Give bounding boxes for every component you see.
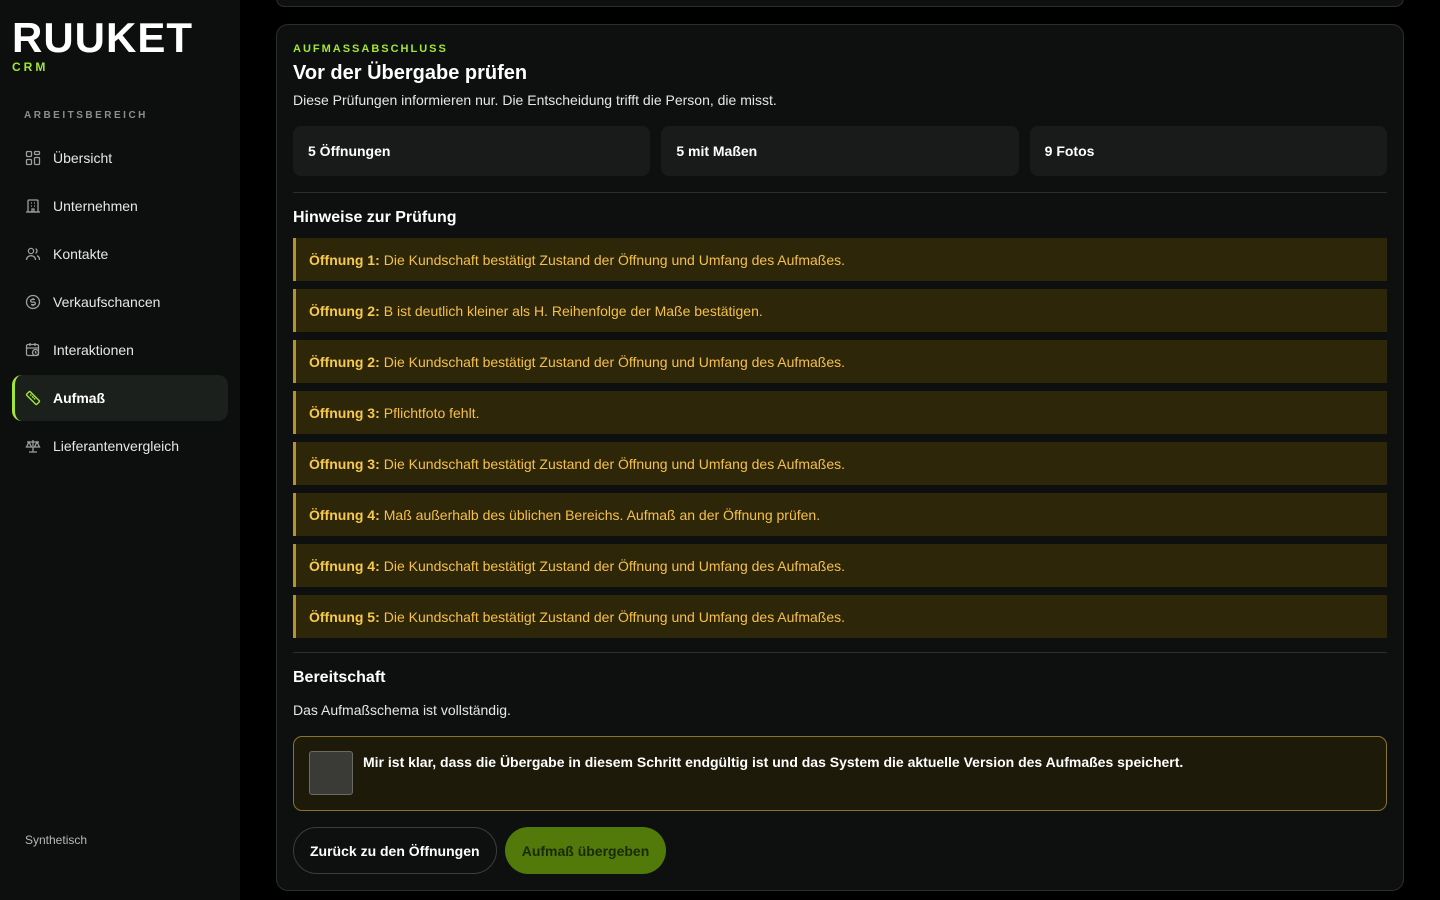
hint-text: Die Kundschaft bestätigt Zustand der Öff… bbox=[383, 455, 845, 472]
hint-item: Öffnung 3: Die Kundschaft bestätigt Zusta… bbox=[293, 442, 1387, 485]
hint-item: Öffnung 5: Die Kundschaft bestätigt Zusta… bbox=[293, 595, 1387, 638]
hint-label: Öffnung 3: bbox=[309, 404, 380, 421]
stat-openings: 5 Öffnungen bbox=[293, 126, 651, 176]
confirm-checkbox[interactable] bbox=[309, 751, 353, 795]
confirm-text: Mir ist klar, dass die Übergabe in diese… bbox=[363, 754, 1184, 770]
sidebar: RUUKET CRM ARBEITSBEREICH Übersicht Unte… bbox=[0, 0, 240, 900]
sidebar-item-aufmass[interactable]: Aufmaß bbox=[12, 375, 228, 421]
hint-text: Die Kundschaft bestätigt Zustand der Öff… bbox=[383, 251, 845, 268]
confirm-box: Mir ist klar, dass die Übergabe in diese… bbox=[293, 736, 1387, 811]
dollar-circle-icon bbox=[24, 294, 41, 311]
card-eyebrow: AUFMASSABSCHLUSS bbox=[293, 43, 448, 55]
sidebar-item-lieferantenvergleich[interactable]: Lieferantenvergleich bbox=[12, 423, 228, 469]
sidebar-item-label: Unternehmen bbox=[53, 198, 138, 214]
hint-text: B ist deutlich kleiner als H. Reihenfolg… bbox=[383, 302, 763, 319]
divider bbox=[293, 652, 1387, 653]
sidebar-item-label: Kontakte bbox=[53, 246, 109, 262]
brand-logo[interactable]: RUUKET CRM bbox=[12, 14, 193, 75]
scale-icon bbox=[24, 438, 41, 455]
readiness-heading: Bereitschaft bbox=[293, 669, 386, 686]
hint-text: Pflichtfoto fehlt. bbox=[383, 404, 480, 421]
sidebar-item-verkaufschancen[interactable]: Verkaufschancen bbox=[12, 279, 228, 325]
hint-text: Die Kundschaft bestätigt Zustand der Öff… bbox=[383, 353, 845, 370]
hint-item: Öffnung 4: Maß außerhalb des üblichen Ber… bbox=[293, 493, 1387, 536]
hint-label: Öffnung 4: bbox=[309, 506, 380, 523]
hint-label: Öffnung 2: bbox=[309, 302, 380, 319]
stat-photos: 9 Fotos bbox=[1029, 126, 1387, 176]
readiness-text: Das Aufmaßschema ist vollständig. bbox=[293, 702, 511, 718]
hint-item: Öffnung 1: Die Kundschaft bestätigt Zusta… bbox=[293, 238, 1387, 281]
users-icon bbox=[24, 246, 41, 263]
page-subtitle: Diese Prüfungen informieren nur. Die Ent… bbox=[293, 92, 777, 108]
hint-label: Öffnung 3: bbox=[309, 455, 380, 472]
hint-text: Die Kundschaft bestätigt Zustand der Öff… bbox=[383, 608, 845, 625]
calendar-clock-icon bbox=[24, 342, 41, 359]
hint-label: Öffnung 1: bbox=[309, 251, 380, 268]
brand-sub: CRM bbox=[12, 60, 49, 74]
hint-text: Die Kundschaft bestätigt Zustand der Öff… bbox=[383, 557, 845, 574]
divider bbox=[293, 192, 1387, 193]
building-icon bbox=[24, 198, 41, 215]
sidebar-section-label: ARBEITSBEREICH bbox=[24, 110, 148, 121]
ruler-icon bbox=[24, 390, 41, 407]
submit-measurement-button[interactable]: Aufmaß übergeben bbox=[505, 827, 666, 874]
hint-label: Öffnung 5: bbox=[309, 608, 380, 625]
sidebar-item-label: Interaktionen bbox=[53, 342, 134, 358]
sidebar-item-label: Lieferantenvergleich bbox=[53, 438, 180, 454]
sidebar-item-label: Verkaufschancen bbox=[53, 294, 161, 310]
hints-list: Öffnung 1: Die Kundschaft bestätigt Zusta… bbox=[293, 238, 1387, 646]
stat-with-measurements: 5 mit Maßen bbox=[661, 126, 1019, 176]
hint-label: Öffnung 2: bbox=[309, 353, 380, 370]
previous-card-edge bbox=[276, 0, 1404, 7]
sidebar-item-interaktionen[interactable]: Interaktionen bbox=[12, 327, 228, 373]
sidebar-nav: Übersicht Unternehmen Kontakte Verkaufsc… bbox=[12, 135, 228, 471]
handover-card: AUFMASSABSCHLUSS Vor der Übergabe prüfen… bbox=[276, 24, 1404, 891]
hint-label: Öffnung 4: bbox=[309, 557, 380, 574]
hints-heading: Hinweise zur Prüfung bbox=[293, 209, 457, 226]
hint-item: Öffnung 2: Die Kundschaft bestätigt Zusta… bbox=[293, 340, 1387, 383]
grid-icon bbox=[24, 150, 41, 167]
hint-item: Öffnung 4: Die Kundschaft bestätigt Zusta… bbox=[293, 544, 1387, 587]
sidebar-item-unternehmen[interactable]: Unternehmen bbox=[12, 183, 228, 229]
sidebar-footer-note: Synthetisch bbox=[25, 833, 88, 847]
hint-item: Öffnung 2: B ist deutlich kleiner als H. … bbox=[293, 289, 1387, 332]
hint-text: Maß außerhalb des üblichen Bereichs. Auf… bbox=[383, 506, 821, 523]
sidebar-item-uebersicht[interactable]: Übersicht bbox=[12, 135, 228, 181]
hint-item: Öffnung 3: Pflichtfoto fehlt. bbox=[293, 391, 1387, 434]
back-to-openings-button[interactable]: Zurück zu den Öffnungen bbox=[293, 827, 497, 874]
brand-name: RUUKET bbox=[12, 14, 193, 61]
stats-row: 5 Öffnungen 5 mit Maßen 9 Fotos bbox=[293, 126, 1387, 176]
page-title: Vor der Übergabe prüfen bbox=[293, 62, 528, 84]
sidebar-item-label: Übersicht bbox=[53, 150, 113, 166]
sidebar-item-kontakte[interactable]: Kontakte bbox=[12, 231, 228, 277]
sidebar-item-label: Aufmaß bbox=[53, 390, 106, 406]
